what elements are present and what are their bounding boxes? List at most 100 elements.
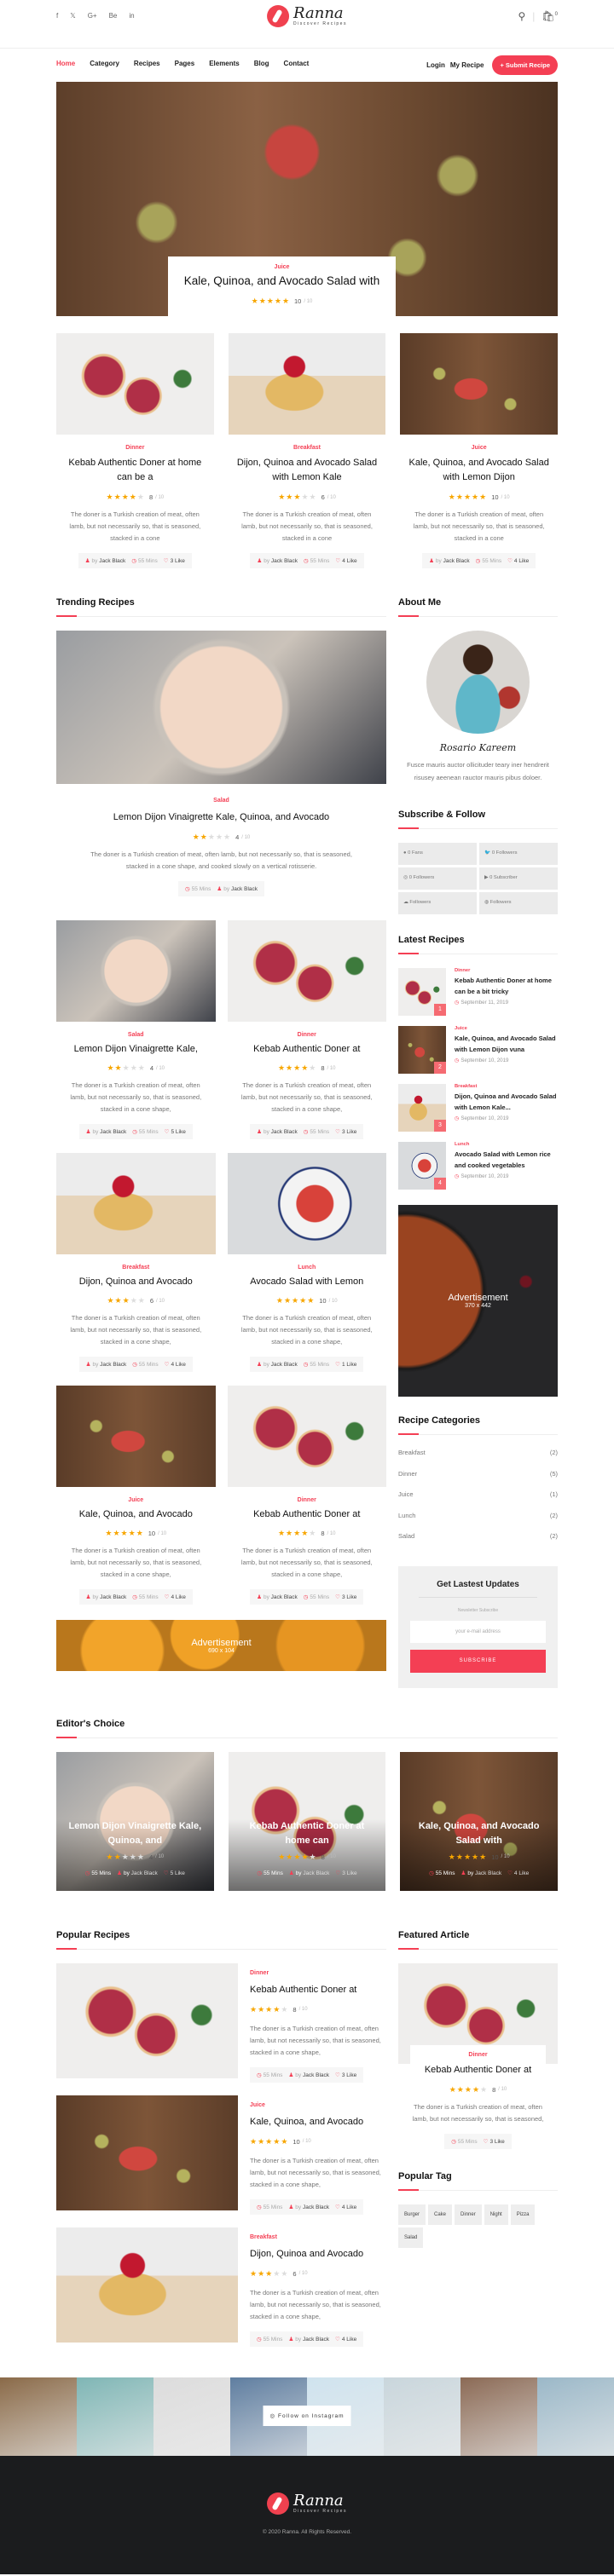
- follow-instagram-button[interactable]: ◎ Follow on Instagram: [263, 2405, 351, 2426]
- like-meta[interactable]: ♡ 4 Like: [165, 1593, 186, 1600]
- recipe-category[interactable]: Dinner: [250, 1970, 386, 1976]
- instagram-photo[interactable]: [384, 2377, 460, 2456]
- recipe-title[interactable]: Kale, Quinoa, and Avocado Salad with Lem…: [408, 456, 549, 485]
- follow-facebook[interactable]: ● 0 Fans: [398, 843, 477, 865]
- latest-recipe-item[interactable]: 2 Juice Kale, Quinoa, and Avocado Salad wi…: [398, 1026, 558, 1074]
- hero-slide[interactable]: Juice Kale, Quinoa, and Avocado Salad wi…: [56, 82, 558, 316]
- category-item[interactable]: Dinner (5): [398, 1470, 558, 1491]
- like-meta[interactable]: ♡ 4 Like: [507, 1870, 529, 1876]
- follow-instagram[interactable]: ◎ 0 Followers: [398, 867, 477, 890]
- recipe-image[interactable]: [228, 333, 386, 435]
- category-item[interactable]: Salad (2): [398, 1532, 558, 1553]
- instagram-photo[interactable]: [77, 2377, 154, 2456]
- recipe-title[interactable]: Kebab Authentic Doner at: [250, 1983, 386, 1997]
- author-meta[interactable]: ♟ by Jack Black: [429, 557, 470, 564]
- recipe-title[interactable]: Avocado Salad with Lemon rice and cooked…: [455, 1149, 558, 1171]
- recipe-category[interactable]: Salad: [56, 798, 386, 804]
- recipe-thumbnail[interactable]: 4: [398, 1142, 446, 1190]
- recipe-title[interactable]: Kale, Quinoa, and Avocado Salad with Lem…: [455, 1033, 558, 1055]
- recipe-title[interactable]: Kebab Authentic Doner at home can be a: [65, 456, 206, 485]
- author-meta[interactable]: ♟ by Jack Black: [289, 1870, 330, 1876]
- like-meta[interactable]: ♡ 4 Like: [335, 2336, 356, 2343]
- recipe-title[interactable]: Kale, Quinoa, and Avocado: [250, 2115, 386, 2129]
- recipe-title[interactable]: Dijon, Quinoa and Avocado Salad with Lem…: [455, 1091, 558, 1113]
- recipe-title[interactable]: Dijon, Quinoa and Avocado: [250, 2247, 386, 2262]
- author-meta[interactable]: ♟ by Jack Black: [86, 1593, 127, 1600]
- latest-recipe-item[interactable]: 1 Dinner Kebab Authentic Doner at home can…: [398, 968, 558, 1016]
- like-meta[interactable]: ♡ 4 Like: [335, 557, 356, 564]
- follow-youtube[interactable]: ▶ 0 Subscriber: [479, 867, 558, 890]
- tag[interactable]: Burger: [398, 2204, 426, 2225]
- recipe-category[interactable]: Dinner: [228, 1497, 387, 1503]
- recipe-category[interactable]: Lunch: [455, 1142, 558, 1147]
- like-meta[interactable]: ♡ 3 Like: [164, 557, 185, 564]
- recipe-image[interactable]: [227, 920, 386, 1022]
- like-meta[interactable]: ♡ 3 Like: [335, 1870, 356, 1876]
- recipe-image[interactable]: [56, 1962, 238, 2078]
- recipe-title[interactable]: Kebab Authentic Doner at: [233, 1042, 382, 1057]
- category-item[interactable]: Juice (1): [398, 1490, 558, 1512]
- my-recipe-link[interactable]: My Recipe: [450, 61, 484, 69]
- author-meta[interactable]: ♟ by Jack Black: [217, 885, 258, 892]
- category-item[interactable]: Lunch (2): [398, 1512, 558, 1533]
- recipe-image[interactable]: [227, 1153, 386, 1254]
- recipe-category[interactable]: Breakfast: [229, 445, 386, 451]
- author-meta[interactable]: ♟ by Jack Black: [288, 2336, 329, 2343]
- like-meta[interactable]: ♡ 4 Like: [507, 557, 529, 564]
- instagram-photo[interactable]: [460, 2377, 537, 2456]
- footer-logo[interactable]: Ranna Discover Recipes: [267, 2492, 347, 2515]
- author-meta[interactable]: ♟ by Jack Black: [257, 557, 298, 564]
- author-meta[interactable]: ♟ by Jack Black: [117, 1870, 158, 1876]
- recipe-category[interactable]: Breakfast: [56, 1265, 216, 1271]
- recipe-category[interactable]: Dinner: [410, 2052, 546, 2058]
- recipe-category[interactable]: Juice: [56, 1497, 216, 1503]
- instagram-photo[interactable]: [154, 2377, 230, 2456]
- like-meta[interactable]: ♡ 3 Like: [484, 2138, 505, 2145]
- editor-card[interactable]: Kale, Quinoa, and Avocado Salad with ★ ★ ★ ★…: [400, 1751, 559, 1891]
- recipe-image[interactable]: [400, 333, 559, 435]
- tag[interactable]: Cake: [428, 2204, 453, 2225]
- nav-item[interactable]: Blog: [254, 60, 269, 67]
- search-icon[interactable]: ⚲: [518, 10, 526, 22]
- recipe-category[interactable]: Juice: [250, 2102, 386, 2108]
- recipe-category[interactable]: Breakfast: [455, 1084, 558, 1089]
- recipe-image[interactable]: [227, 1386, 386, 1487]
- recipe-title[interactable]: Dijon, Quinoa and Avocado Salad with Lem…: [237, 456, 378, 485]
- subscribe-button[interactable]: SUBSCRIBE: [410, 1649, 546, 1673]
- recipe-category[interactable]: Dinner: [56, 445, 214, 451]
- follow-twitter[interactable]: 🐦 0 Followers: [479, 843, 558, 865]
- author-meta[interactable]: ♟ by Jack Black: [86, 1361, 127, 1368]
- latest-recipe-item[interactable]: 3 Breakfast Dijon, Quinoa and Avocado Sala…: [398, 1084, 558, 1132]
- social-icon[interactable]: in: [129, 12, 134, 20]
- submit-recipe-button[interactable]: + Submit Recipe: [492, 55, 558, 75]
- recipe-title[interactable]: Dijon, Quinoa and Avocado: [61, 1275, 211, 1289]
- instagram-photo[interactable]: [0, 2377, 77, 2456]
- nav-item[interactable]: Contact: [284, 60, 310, 67]
- recipe-title[interactable]: Kebab Authentic Doner at home can: [237, 1819, 378, 1848]
- author-meta[interactable]: ♟ by Jack Black: [288, 2072, 329, 2078]
- author-meta[interactable]: ♟ by Jack Black: [257, 1593, 298, 1600]
- cart-icon[interactable]: 🛍0: [542, 10, 558, 22]
- recipe-title[interactable]: Lemon Dijon Vinaigrette Kale, Quinoa, an…: [65, 1819, 206, 1848]
- recipe-category[interactable]: Dinner: [455, 968, 558, 973]
- tag[interactable]: Pizza: [510, 2204, 536, 2225]
- like-meta[interactable]: ♡ 4 Like: [335, 2204, 356, 2210]
- like-meta[interactable]: ♡ 5 Like: [164, 1870, 185, 1876]
- recipe-title[interactable]: Avocado Salad with Lemon: [233, 1275, 382, 1289]
- instagram-photo[interactable]: [537, 2377, 614, 2456]
- author-meta[interactable]: ♟ by Jack Black: [461, 1870, 502, 1876]
- recipe-title[interactable]: Kale, Quinoa, and Avocado Salad with: [408, 1819, 549, 1848]
- like-meta[interactable]: ♡ 1 Like: [335, 1361, 356, 1368]
- recipe-category[interactable]: Breakfast: [250, 2234, 386, 2240]
- editor-card[interactable]: Kebab Authentic Doner at home can ★ ★ ★ ★ ★ 8/…: [228, 1751, 386, 1891]
- author-meta[interactable]: ♟ by Jack Black: [288, 2204, 329, 2210]
- recipe-image[interactable]: [56, 1153, 216, 1254]
- latest-recipe-item[interactable]: 4 Lunch Avocado Salad with Lemon rice and …: [398, 1142, 558, 1190]
- recipe-title[interactable]: Kale, Quinoa, and Avocado: [61, 1507, 211, 1522]
- nav-item[interactable]: Recipes: [134, 60, 160, 67]
- hero-category[interactable]: Juice: [168, 264, 396, 270]
- recipe-category[interactable]: Salad: [56, 1032, 216, 1038]
- recipe-image[interactable]: [56, 1386, 216, 1487]
- author-meta[interactable]: ♟ by Jack Black: [85, 557, 126, 564]
- recipe-category[interactable]: Dinner: [228, 1032, 387, 1038]
